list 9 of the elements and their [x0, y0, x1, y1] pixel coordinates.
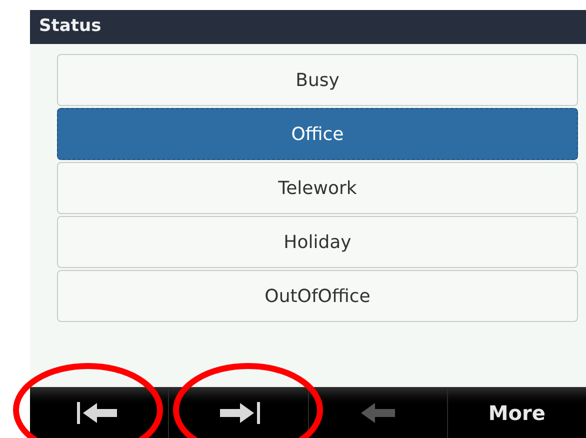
status-option[interactable]: OutOfOffice — [57, 270, 578, 322]
status-option[interactable]: Busy — [57, 54, 578, 106]
status-option[interactable]: Holiday — [57, 216, 578, 268]
left-arrow-icon — [360, 402, 396, 424]
softkey-button[interactable] — [168, 388, 308, 438]
more-softkey[interactable]: More — [446, 388, 586, 438]
title-bar: Status — [30, 10, 586, 44]
status-option[interactable]: Telework — [57, 162, 578, 214]
status-option[interactable]: Office — [57, 108, 578, 160]
